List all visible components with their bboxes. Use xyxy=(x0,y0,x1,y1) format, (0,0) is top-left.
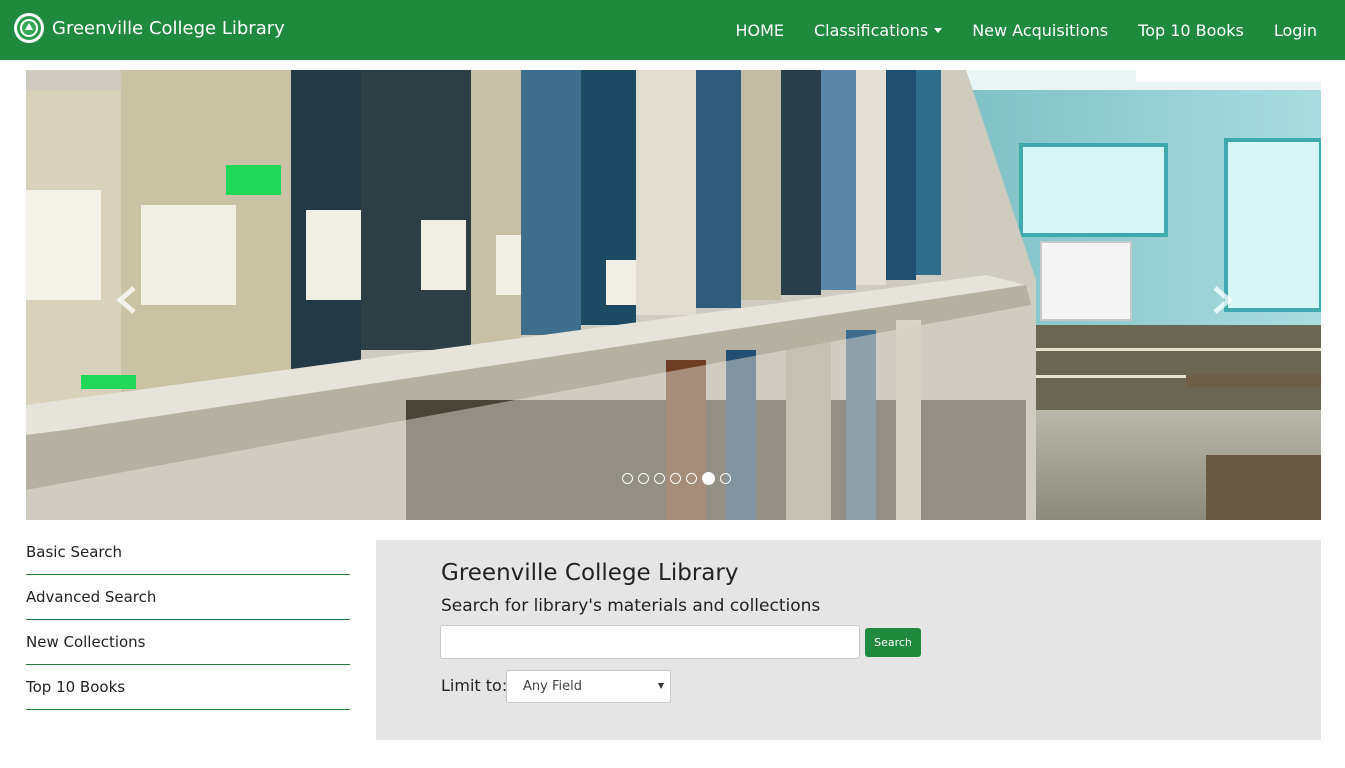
hero-carousel xyxy=(26,70,1321,520)
nav-home[interactable]: HOME xyxy=(735,21,784,40)
nav-top-10-books[interactable]: Top 10 Books xyxy=(1138,21,1244,40)
nav-login[interactable]: Login xyxy=(1274,21,1317,40)
carousel-indicator-dot[interactable] xyxy=(701,472,715,485)
search-panel: Greenville College Library Search for li… xyxy=(376,540,1321,740)
carousel-indicator-dot[interactable] xyxy=(653,473,665,484)
main-nav: HOME Classifications New Acquisitions To… xyxy=(705,0,1317,60)
carousel-indicator-dot[interactable] xyxy=(685,473,697,484)
carousel-indicator-dot[interactable] xyxy=(621,473,633,484)
sidebar-menu: Basic Search Advanced Search New Collect… xyxy=(26,530,350,710)
top-navbar: Greenville College Library HOME Classifi… xyxy=(0,0,1345,60)
carousel-indicator-dot[interactable] xyxy=(637,473,649,484)
caret-down-icon xyxy=(934,27,943,33)
carousel-indicator-dot[interactable] xyxy=(669,473,681,484)
sidebar-item-new-collections[interactable]: New Collections xyxy=(26,620,350,665)
college-seal-icon xyxy=(14,13,44,43)
chevron-left-icon[interactable] xyxy=(108,280,148,320)
limit-select[interactable]: Any Field xyxy=(506,670,671,703)
chevron-right-icon[interactable] xyxy=(1201,280,1241,320)
chevron-down-icon xyxy=(658,683,664,689)
nav-classifications[interactable]: Classifications xyxy=(813,20,943,40)
search-button[interactable]: Search xyxy=(865,628,921,657)
search-subtitle: Search for library's materials and colle… xyxy=(441,596,821,616)
library-shelves-image xyxy=(26,70,1321,520)
search-title: Greenville College Library xyxy=(441,560,739,586)
limit-label: Limit to: xyxy=(441,676,508,695)
brand[interactable]: Greenville College Library xyxy=(14,13,285,43)
brand-title[interactable]: Greenville College Library xyxy=(52,18,285,39)
sidebar-item-advanced-search[interactable]: Advanced Search xyxy=(26,575,350,620)
sidebar-item-basic-search[interactable]: Basic Search xyxy=(26,530,350,575)
search-input[interactable] xyxy=(440,625,860,659)
nav-new-acquisitions[interactable]: New Acquisitions xyxy=(972,21,1108,40)
sidebar-item-top-10-books[interactable]: Top 10 Books xyxy=(26,665,350,710)
nav-classifications-label: Classifications xyxy=(813,20,929,40)
carousel-indicators xyxy=(619,472,733,485)
limit-select-value: Any Field xyxy=(523,679,582,694)
carousel-indicator-dot[interactable] xyxy=(719,473,731,484)
